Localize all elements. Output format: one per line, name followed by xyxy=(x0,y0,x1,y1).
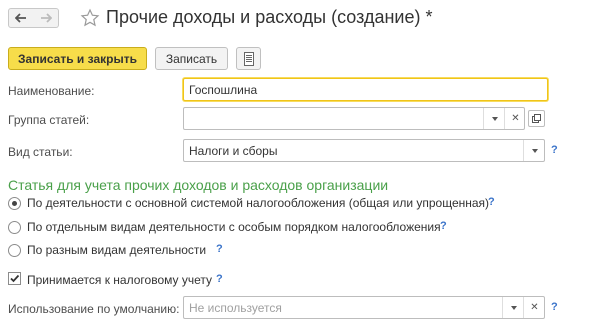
tax-accounting-checkbox[interactable] xyxy=(8,272,21,285)
radio-option-various-label[interactable]: По разным видам деятельности xyxy=(27,243,206,257)
document-icon xyxy=(243,51,254,66)
radio-option-main-label[interactable]: По деятельности с основной системой нало… xyxy=(27,196,489,210)
type-dropdown-button[interactable] xyxy=(523,140,545,161)
save-button[interactable]: Записать xyxy=(155,47,228,70)
default-usage-clear-button[interactable]: ✕ xyxy=(523,297,545,318)
arrow-left-icon xyxy=(15,13,26,23)
radio-option-various[interactable] xyxy=(8,244,21,257)
group-clear-button[interactable]: ✕ xyxy=(504,108,526,129)
checkmark-icon xyxy=(10,274,20,283)
clear-icon: ✕ xyxy=(511,113,520,124)
forward-button[interactable] xyxy=(33,8,59,28)
type-value: Налоги и сборы xyxy=(189,144,278,158)
star-icon[interactable] xyxy=(80,8,100,28)
default-usage-placeholder: Не используется xyxy=(189,301,282,315)
page-title: Прочие доходы и расходы (создание) * xyxy=(106,7,433,27)
chevron-down-icon xyxy=(531,148,538,153)
radio-option-main[interactable] xyxy=(8,197,21,210)
group-dropdown-button[interactable] xyxy=(483,108,505,129)
chevron-down-icon xyxy=(491,116,498,121)
arrow-right-icon xyxy=(40,13,52,23)
document-button[interactable] xyxy=(236,47,261,70)
back-button[interactable] xyxy=(8,8,34,28)
type-label: Вид статьи: xyxy=(8,145,73,159)
option-various-help-icon[interactable]: ? xyxy=(216,243,223,255)
radio-option-special-label[interactable]: По отдельным видам деятельности с особым… xyxy=(27,220,441,234)
tax-accounting-help-icon[interactable]: ? xyxy=(216,273,223,285)
default-usage-label: Использование по умолчанию: xyxy=(8,302,180,316)
group-label: Группа статей: xyxy=(8,113,90,127)
name-value: Госпошлина xyxy=(189,83,258,97)
section-title: Статья для учета прочих доходов и расход… xyxy=(8,177,389,193)
radio-option-special[interactable] xyxy=(8,221,21,234)
tax-accounting-label[interactable]: Принимается к налоговому учету xyxy=(27,273,212,287)
default-usage-dropdown-button[interactable] xyxy=(502,297,524,318)
clear-icon: ✕ xyxy=(530,302,539,313)
chevron-down-icon xyxy=(510,305,517,310)
group-open-button[interactable] xyxy=(528,110,545,127)
type-select[interactable]: Налоги и сборы xyxy=(183,139,545,162)
name-input[interactable]: Госпошлина xyxy=(183,78,548,101)
default-usage-help-icon[interactable]: ? xyxy=(551,301,558,313)
default-usage-select[interactable]: Не используется ✕ xyxy=(183,296,545,319)
save-and-close-button[interactable]: Записать и закрыть xyxy=(8,47,147,70)
name-label: Наименование: xyxy=(8,84,95,98)
group-input[interactable]: ✕ xyxy=(183,107,525,130)
type-help-icon[interactable]: ? xyxy=(551,144,558,156)
open-icon xyxy=(532,114,541,123)
option-main-help-icon[interactable]: ? xyxy=(488,196,495,208)
option-special-help-icon[interactable]: ? xyxy=(440,220,447,232)
